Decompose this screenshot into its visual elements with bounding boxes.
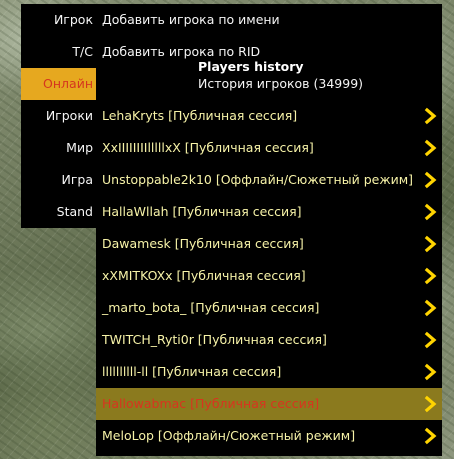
player-row[interactable]: MeloLop [Оффлайн/Сюжетный режим] [96, 420, 442, 452]
player-row-label: _marto_bota_ [Публичная сессия] [102, 300, 320, 315]
chevron-right-icon [424, 235, 437, 253]
player-row-label: TWITCH_Ryti0r [Публичная сессия] [102, 332, 327, 347]
add-player-by-name-button[interactable]: Добавить игрока по имени [96, 4, 442, 36]
player-row[interactable]: TWITCH_Ryti0r [Публичная сессия] [96, 324, 442, 356]
chevron-right-icon [424, 267, 437, 285]
player-row-label: MeloLop [Оффлайн/Сюжетный режим] [102, 428, 356, 443]
sidebar-item-vehicle[interactable]: T/C [21, 36, 96, 68]
menu-title: Players history [198, 59, 304, 74]
player-row[interactable]: XxIIIIIIIIlllllxX [Публичная сессия] [96, 132, 442, 164]
menu-subtitle: История игроков (34999) [198, 76, 364, 91]
player-row[interactable]: llllllllll-ll [Публичная сессия] [96, 356, 442, 388]
chevron-right-icon [424, 139, 437, 157]
player-row-label: llllllllll-ll [Публичная сессия] [102, 364, 282, 379]
chevron-right-icon [424, 363, 437, 381]
chevron-right-icon [424, 427, 437, 445]
player-row[interactable]: LehaKryts [Публичная сессия] [96, 100, 442, 132]
player-row[interactable]: HallaWllah [Публичная сессия] [96, 196, 442, 228]
player-row-selected[interactable]: Hallowabmac [Публичная сессия] [96, 388, 442, 420]
player-row-label: xXMITKOXx [Публичная сессия] [102, 268, 306, 283]
player-row[interactable]: Dawamesk [Публичная сессия] [96, 228, 442, 260]
sidebar-item-players[interactable]: Игроки [21, 100, 96, 132]
sidebar-item-online[interactable]: Онлайн [21, 68, 96, 100]
chevron-right-icon [424, 203, 437, 221]
player-row-label: XxIIIIIIIIlllllxX [Публичная сессия] [102, 140, 314, 155]
sidebar-item-world[interactable]: Мир [21, 132, 96, 164]
player-row[interactable]: _marto_bota_ [Публичная сессия] [96, 292, 442, 324]
player-row-label: Unstoppable2k10 [Оффлайн/Сюжетный режим] [102, 172, 414, 187]
chevron-right-icon [424, 299, 437, 317]
sidebar-item-stand[interactable]: Stand [21, 196, 96, 228]
chevron-right-icon [424, 395, 437, 413]
sidebar-item-game[interactable]: Игра [21, 164, 96, 196]
sidebar-item-player[interactable]: Игрок [21, 4, 96, 36]
player-row-label: LehaKryts [Публичная сессия] [102, 108, 298, 123]
chevron-right-icon [424, 331, 437, 349]
player-row-label: Hallowabmac [Публичная сессия] [102, 396, 320, 411]
chevron-right-icon [424, 171, 437, 189]
player-row[interactable]: Unstoppable2k10 [Оффлайн/Сюжетный режим] [96, 164, 442, 196]
chevron-right-icon [424, 107, 437, 125]
player-row[interactable]: xXMITKOXx [Публичная сессия] [96, 260, 442, 292]
player-row-label: HallaWllah [Публичная сессия] [102, 204, 302, 219]
player-row-label: Dawamesk [Публичная сессия] [102, 236, 304, 251]
